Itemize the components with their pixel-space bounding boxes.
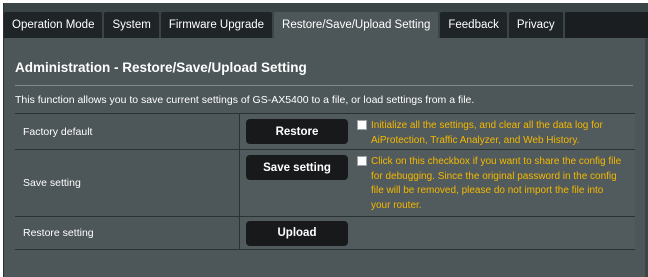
row-value-save-setting: Save setting Click on this checkbox if y… [240,150,635,216]
tab-restore-save-upload-setting[interactable]: Restore/Save/Upload Setting [274,12,439,38]
title-divider [15,85,633,86]
settings-panel: Administration - Restore/Save/Upload Set… [4,42,645,277]
row-value-factory-default: Restore Initialize all the settings, and… [240,114,635,149]
page-description: This function allows you to save current… [15,94,475,106]
page-title: Administration - Restore/Save/Upload Set… [15,60,307,75]
initialize-all-text: Initialize all the settings, and clear a… [371,120,603,146]
tab-operation-mode[interactable]: Operation Mode [4,12,103,38]
tab-bar: Operation Mode System Firmware Upgrade R… [4,12,648,38]
row-label-restore-setting: Restore setting [15,217,240,249]
save-setting-option: Click on this checkbox if you want to sh… [357,155,622,213]
restore-button[interactable]: Restore [246,119,348,144]
initialize-all-checkbox[interactable] [357,120,367,130]
settings-table: Factory default Restore Initialize all t… [15,113,635,250]
save-setting-button[interactable]: Save setting [246,155,348,180]
table-row-restore-setting: Restore setting Upload [15,217,635,250]
row-label-save-setting: Save setting [15,150,240,216]
tab-firmware-upgrade[interactable]: Firmware Upgrade [160,12,273,38]
tab-feedback[interactable]: Feedback [440,12,507,38]
table-row-save-setting: Save setting Save setting Click on this … [15,150,635,217]
factory-default-option: Initialize all the settings, and clear a… [357,119,622,148]
table-row-factory-default: Factory default Restore Initialize all t… [15,113,635,150]
tab-system[interactable]: System [104,12,159,38]
upload-button[interactable]: Upload [246,220,348,246]
row-value-restore-setting: Upload [240,217,635,249]
tab-privacy[interactable]: Privacy [508,12,563,38]
row-label-factory-default: Factory default [15,114,240,149]
tab-bar-filler [564,12,648,38]
share-config-text: Click on this checkbox if you want to sh… [371,156,622,211]
share-config-checkbox[interactable] [357,156,367,166]
